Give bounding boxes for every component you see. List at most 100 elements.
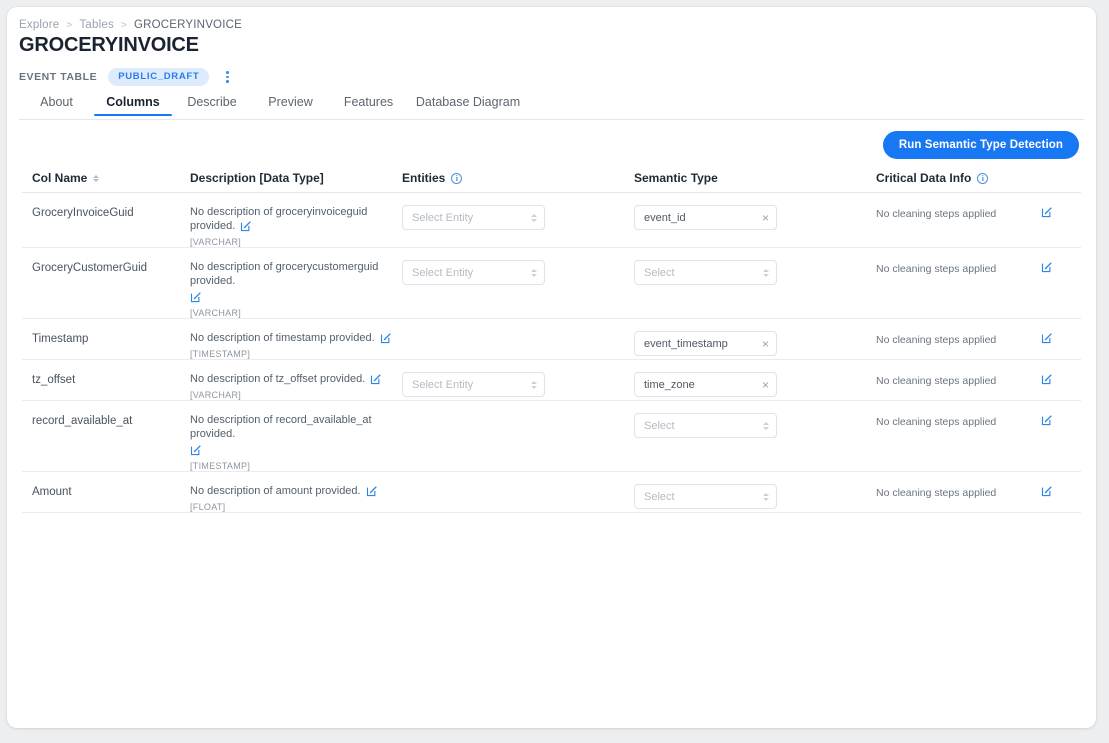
description-text: No description of record_available_at pr… [190,414,372,440]
sort-icon[interactable] [93,174,100,182]
tab-preview[interactable]: Preview [252,95,329,116]
cell-edit-action [1041,413,1081,429]
table-kind-label: EVENT TABLE [19,71,98,83]
semantic-type-select[interactable]: time_zone × [634,372,777,397]
cell-edit-action [1041,205,1081,221]
cell-entity: Select Entity [402,260,634,285]
chevron-updown-icon[interactable] [531,380,537,389]
cell-description: No description of timestamp provided. [TI… [190,331,402,359]
header-col-name[interactable]: Col Name [22,171,190,185]
main-card: Explore > Tables > GROCERYINVOICE GROCER… [7,7,1096,728]
breadcrumb-item-tables[interactable]: Tables [79,19,113,31]
header-semantic-type: Semantic Type [634,171,876,185]
breadcrumb-item-current: GROCERYINVOICE [133,19,242,31]
breadcrumb: Explore > Tables > GROCERYINVOICE [19,19,242,31]
tab-about[interactable]: About [19,95,94,116]
columns-table: Col Name Description [Data Type] Entitie… [22,164,1081,513]
tab-bar-divider [19,119,1084,120]
data-type-label: [VARCHAR] [190,308,242,318]
data-type-label: [VARCHAR] [190,237,242,247]
table-meta-row: EVENT TABLE PUBLIC_DRAFT [19,68,234,86]
cell-description: No description of amount provided. [FLOAT… [190,484,402,512]
critical-data-info-text: No cleaning steps applied [876,334,997,346]
edit-critical-data-icon[interactable] [1041,206,1053,221]
table-row: Amount No description of amount provided.… [22,472,1081,513]
clear-icon[interactable]: × [758,379,769,391]
cell-col-name: record_available_at [22,413,190,427]
edit-critical-data-icon[interactable] [1041,485,1053,500]
edit-description-icon[interactable] [190,444,402,459]
edit-description-icon[interactable] [370,373,382,388]
cell-critical-data-info: No cleaning steps applied [876,413,1041,428]
edit-critical-data-icon[interactable] [1041,373,1053,388]
status-badge: PUBLIC_DRAFT [108,68,210,86]
edit-critical-data-icon[interactable] [1041,414,1053,429]
semantic-type-select[interactable]: Select [634,484,777,509]
cell-critical-data-info: No cleaning steps applied [876,205,1041,220]
table-row: Timestamp No description of timestamp pro… [22,319,1081,360]
entity-select[interactable]: Select Entity [402,260,545,285]
header-description-label: Description [Data Type] [190,171,324,185]
cell-description: No description of record_available_at pr… [190,413,402,471]
entity-select[interactable]: Select Entity [402,372,545,397]
semantic-type-select-value: event_timestamp [644,337,728,350]
tab-database-diagram[interactable]: Database Diagram [408,95,528,116]
header-critical-data-info: Critical Data Info i [876,171,1041,185]
header-description: Description [Data Type] [190,171,402,185]
semantic-type-select-value: Select [644,266,675,279]
critical-data-info-text: No cleaning steps applied [876,416,997,428]
breadcrumb-separator: > [120,19,127,31]
tab-label: Preview [268,95,313,109]
chevron-updown-icon[interactable] [531,213,537,222]
data-type-label: [VARCHAR] [190,390,242,400]
entity-select[interactable]: Select Entity [402,205,545,230]
col-name-text: GroceryInvoiceGuid [32,207,134,219]
edit-description-icon[interactable] [380,332,392,347]
header-col-name-label: Col Name [32,171,88,185]
breadcrumb-item-explore[interactable]: Explore [19,19,59,31]
cell-description: No description of groceryinvoiceguid pro… [190,205,402,247]
info-icon[interactable]: i [977,172,989,184]
cell-critical-data-info: No cleaning steps applied [876,372,1041,387]
more-vertical-icon[interactable] [220,69,234,85]
clear-icon[interactable]: × [758,338,769,350]
cell-description: No description of tz_offset provided. [VA… [190,372,402,400]
page-title: GROCERYINVOICE [19,34,199,56]
cell-col-name: tz_offset [22,372,190,386]
edit-description-icon[interactable] [240,220,252,235]
cell-semantic-type: Select [634,413,876,438]
info-icon[interactable]: i [451,172,463,184]
run-semantic-type-detection-button[interactable]: Run Semantic Type Detection [882,131,1079,159]
edit-description-icon[interactable] [190,291,402,306]
table-row: GroceryCustomerGuid No description of gro… [22,248,1081,319]
chevron-updown-icon[interactable] [763,268,769,277]
clear-icon[interactable]: × [758,212,769,224]
cell-edit-action [1041,484,1081,500]
critical-data-info-text: No cleaning steps applied [876,208,997,220]
edit-description-icon[interactable] [366,485,378,500]
description-text: No description of grocerycustomerguid pr… [190,261,379,287]
semantic-type-select[interactable]: Select [634,413,777,438]
breadcrumb-separator: > [66,19,73,31]
description-text: No description of tz_offset provided. [190,373,366,385]
chevron-updown-icon[interactable] [531,268,537,277]
tab-describe[interactable]: Describe [172,95,252,116]
cell-semantic-type: Select [634,484,876,509]
tab-label: Columns [106,95,160,109]
semantic-type-select[interactable]: event_id × [634,205,777,230]
semantic-type-select[interactable]: event_timestamp × [634,331,777,356]
header-entities-label: Entities [402,171,446,185]
cell-edit-action [1041,331,1081,347]
critical-data-info-text: No cleaning steps applied [876,487,997,499]
cell-edit-action [1041,260,1081,276]
tab-features[interactable]: Features [329,95,408,116]
cell-semantic-type: time_zone × [634,372,876,397]
edit-critical-data-icon[interactable] [1041,332,1053,347]
chevron-updown-icon[interactable] [763,492,769,501]
tab-columns[interactable]: Columns [94,95,172,116]
cell-col-name: Amount [22,484,190,498]
edit-critical-data-icon[interactable] [1041,261,1053,276]
semantic-type-select[interactable]: Select [634,260,777,285]
cell-col-name: Timestamp [22,331,190,345]
chevron-updown-icon[interactable] [763,421,769,430]
